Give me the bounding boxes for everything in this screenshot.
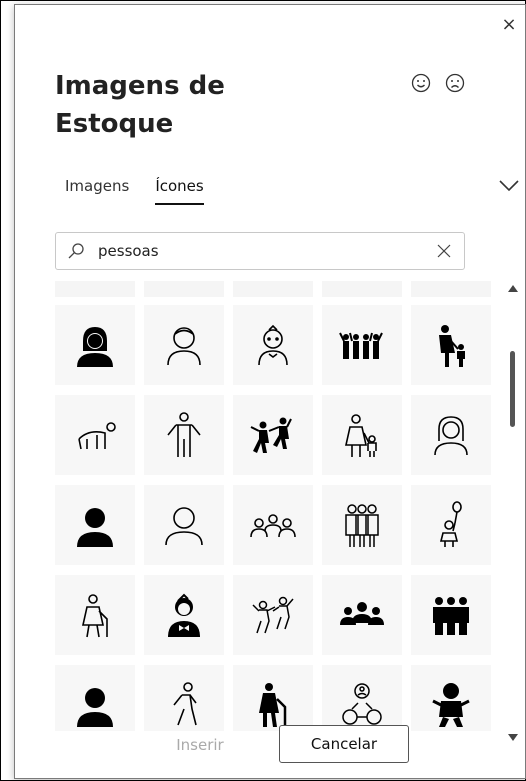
scroll-thumb[interactable] [510,351,515,427]
boy-bowtie-icon[interactable] [144,575,224,655]
search-box [55,232,465,270]
baby-icon[interactable] [411,665,491,731]
mother-child-icon[interactable] [322,395,402,475]
people-network-icon[interactable] [322,665,402,731]
dialog-footer: Inserir Cancelar [15,723,525,765]
person-outline-icon[interactable] [144,485,224,565]
person-walking-icon[interactable] [144,665,224,731]
person-filled-icon[interactable] [55,485,135,565]
vertical-scrollbar[interactable] [505,285,525,745]
smile-icon[interactable] [411,73,431,93]
family-outline-icon[interactable] [322,485,402,565]
woman-outline-icon[interactable] [411,395,491,475]
tab-icones[interactable]: Ícones [155,177,205,205]
frown-icon[interactable] [445,73,465,93]
clear-search-icon[interactable] [424,233,464,269]
woman-silhouette-icon[interactable] [55,305,135,385]
partial-row [51,281,493,297]
tab-bar: Imagens Ícones [65,177,205,205]
cancel-button[interactable]: Cancelar [279,725,409,763]
three-people-filled-icon[interactable] [411,575,491,655]
close-button[interactable]: × [497,13,521,37]
tab-imagens[interactable]: Imagens [65,177,129,205]
boy-outline-icon[interactable] [233,305,313,385]
girl-balloon-icon[interactable] [411,485,491,565]
three-people-outline-icon[interactable] [233,485,313,565]
insert-button[interactable]: Inserir [155,727,245,763]
person-arms-out-icon[interactable] [144,395,224,475]
dialog-title: Imagens de Estoque [55,71,225,139]
group-cheering-icon[interactable] [322,305,402,385]
person-filled-2-icon[interactable] [55,665,135,731]
group-filled-icon[interactable] [322,575,402,655]
icon-results [51,281,493,731]
stock-images-dialog: × Imagens de Estoque Imagens Ícones pess… [14,4,526,779]
chevron-down-icon[interactable] [497,175,521,195]
search-icon [56,242,96,260]
people-dancing-icon[interactable] [233,395,313,475]
person-crawling-icon[interactable] [55,395,135,475]
scroll-up-arrow-icon[interactable] [508,285,518,292]
elderly-woman-cane-icon[interactable] [55,575,135,655]
people-jumping-icon[interactable] [233,575,313,655]
feedback-group [411,73,465,93]
search-input[interactable] [96,241,424,261]
adult-child-icon[interactable] [411,305,491,385]
elderly-person-cane-icon[interactable] [233,665,313,731]
icon-grid [55,305,491,731]
man-outline-icon[interactable] [144,305,224,385]
